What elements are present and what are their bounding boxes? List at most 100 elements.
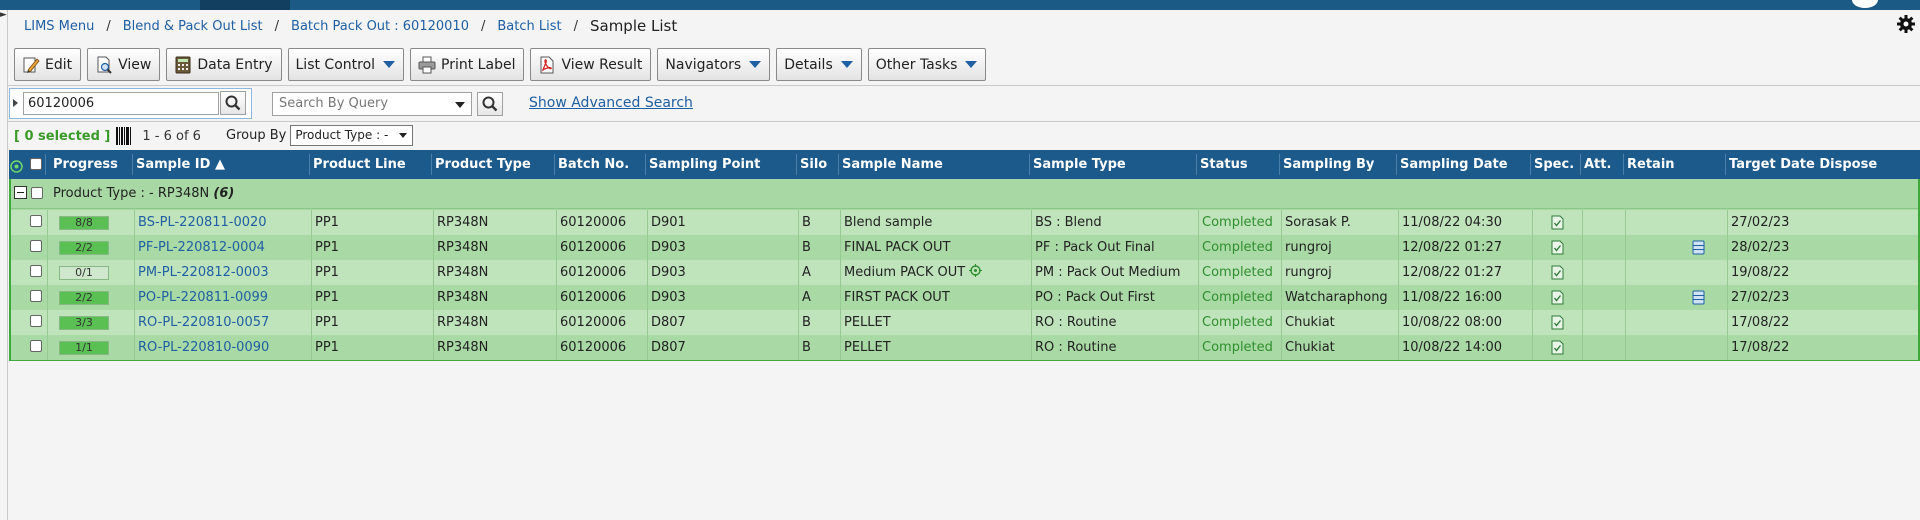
table-row[interactable]: 3/3 RO-PL-220810-0057 PP1 RP348N 60120006 D80… [11, 310, 1918, 335]
row-checkbox[interactable] [30, 265, 42, 277]
cell-sample-type: RO : Routine [1035, 340, 1117, 355]
row-checkbox[interactable] [30, 340, 42, 352]
expand-sidebar-arrow-icon[interactable]: ► [0, 10, 7, 20]
col-sampling-by[interactable]: Sampling By [1283, 150, 1374, 179]
spec-document-icon[interactable] [1551, 315, 1564, 330]
sample-id-link[interactable]: BS-PL-220811-0020 [138, 215, 267, 230]
col-sample-id[interactable]: Sample ID ▲ [136, 150, 225, 179]
col-product-line[interactable]: Product Line [313, 150, 406, 179]
breadcrumb-separator: / [106, 18, 111, 34]
row-checkbox[interactable] [30, 215, 42, 227]
target-icon[interactable] [969, 264, 982, 277]
sample-id-link[interactable]: PF-PL-220812-0004 [138, 240, 265, 255]
table-row[interactable]: 2/2 PF-PL-220812-0004 PP1 RP348N 60120006 D90… [11, 235, 1918, 260]
col-sampling-point[interactable]: Sampling Point [649, 150, 760, 179]
col-product-type[interactable]: Product Type [435, 150, 531, 179]
breadcrumb-batch-list[interactable]: Batch List [497, 19, 561, 34]
row-checkbox[interactable] [30, 315, 42, 327]
gear-icon[interactable] [1896, 14, 1916, 34]
spec-document-icon[interactable] [1551, 290, 1564, 305]
table-row[interactable]: 2/2 PO-PL-220811-0099 PP1 RP348N 60120006 D90… [11, 285, 1918, 310]
col-retain[interactable]: Retain [1627, 150, 1675, 179]
col-att[interactable]: Att. [1584, 150, 1611, 179]
col-spec[interactable]: Spec. [1534, 150, 1574, 179]
cell-status: Completed [1202, 215, 1273, 230]
data-entry-button[interactable]: Data Entry [166, 48, 282, 81]
search-by-query-select[interactable]: Search By Query [272, 92, 472, 116]
selected-count[interactable]: [ 0 selected ] [14, 129, 110, 144]
col-status[interactable]: Status [1200, 150, 1248, 179]
search-by-query-placeholder: Search By Query [279, 96, 389, 111]
cell-status: Completed [1202, 240, 1273, 255]
target-icon[interactable] [10, 160, 23, 173]
show-advanced-search-link[interactable]: Show Advanced Search [529, 95, 693, 111]
edit-button[interactable]: Edit [14, 48, 82, 81]
group-row[interactable]: Product Type : - RP348N (6) [11, 179, 1918, 209]
details-button[interactable]: Details [776, 48, 862, 81]
row-checkbox[interactable] [30, 290, 42, 302]
sample-id-link[interactable]: PO-PL-220811-0099 [138, 285, 268, 310]
collapse-group-icon[interactable] [14, 186, 27, 199]
cell-divider [47, 335, 48, 360]
search-input[interactable] [23, 92, 219, 115]
toolbar-divider [8, 85, 1920, 86]
search-button[interactable] [220, 91, 246, 115]
sample-id-link[interactable]: PM-PL-220812-0003 [138, 265, 269, 280]
sample-id-link[interactable]: RO-PL-220810-0090 [138, 340, 269, 355]
cell-divider [1198, 260, 1199, 285]
list-control-button[interactable]: List Control [287, 48, 405, 81]
col-batch-no[interactable]: Batch No. [558, 150, 629, 179]
cell-divider [1727, 310, 1728, 335]
col-silo[interactable]: Silo [800, 150, 827, 179]
spec-document-icon[interactable] [1551, 215, 1564, 230]
retain-storage-icon[interactable] [1692, 290, 1705, 305]
barcode-icon[interactable] [116, 127, 132, 145]
spec-document-icon[interactable] [1551, 240, 1564, 255]
breadcrumb-blend-pack-out-list[interactable]: Blend & Pack Out List [123, 19, 263, 34]
query-search-button[interactable] [477, 92, 503, 116]
group-checkbox[interactable] [31, 187, 43, 199]
cell-divider [1532, 335, 1533, 360]
cell-divider [1281, 235, 1282, 260]
sample-id-link[interactable]: PF-PL-220812-0004 [138, 235, 265, 260]
sample-id-link[interactable]: PO-PL-220811-0099 [138, 290, 268, 305]
spec-document-icon[interactable] [1551, 340, 1564, 355]
sample-id-link[interactable]: RO-PL-220810-0057 [138, 315, 269, 330]
navigators-button[interactable]: Navigators [657, 48, 771, 81]
breadcrumb-lims-menu[interactable]: LIMS Menu [24, 19, 94, 34]
table-row[interactable]: 1/1 RO-PL-220810-0090 PP1 RP348N 60120006 D80… [11, 335, 1918, 360]
breadcrumb-separator: / [480, 18, 486, 34]
sample-id-link[interactable]: PM-PL-220812-0003 [138, 260, 269, 285]
retain-storage-icon[interactable] [1692, 240, 1705, 255]
user-avatar[interactable] [1852, 0, 1878, 8]
select-all-checkbox[interactable] [30, 158, 42, 170]
cell-divider [433, 260, 434, 285]
cell-divider [1281, 335, 1282, 360]
col-progress[interactable]: Progress [53, 150, 118, 179]
view-result-button[interactable]: View Result [530, 48, 652, 81]
cell-divider [556, 235, 557, 260]
spec-document-icon[interactable] [1551, 265, 1564, 280]
group-by-select[interactable]: Product Type : - [290, 125, 414, 146]
print-label-button[interactable]: Print Label [410, 48, 525, 81]
col-sample-type[interactable]: Sample Type [1033, 150, 1126, 179]
sample-id-link[interactable]: RO-PL-220810-0057 [138, 310, 269, 335]
col-sample-name[interactable]: Sample Name [842, 150, 943, 179]
progress-bar: 1/1 [59, 341, 109, 355]
breadcrumb-batch-pack-out[interactable]: Batch Pack Out : 60120010 [291, 19, 469, 34]
cell-divider [647, 285, 648, 310]
other-tasks-button[interactable]: Other Tasks [867, 48, 987, 81]
cell-divider [1198, 285, 1199, 310]
sample-id-link[interactable]: BS-PL-220811-0020 [138, 210, 267, 235]
sample-id-link[interactable]: RO-PL-220810-0090 [138, 335, 269, 360]
col-target-date-dispose[interactable]: Target Date Dispose [1729, 150, 1877, 179]
top-bar-active-tab[interactable] [200, 0, 290, 10]
col-sampling-date[interactable]: Sampling Date [1400, 150, 1508, 179]
expand-search-arrow-icon[interactable] [13, 99, 18, 107]
cell-target-date: 17/08/22 [1731, 340, 1790, 355]
table-row[interactable]: 8/8 BS-PL-220811-0020 PP1 RP348N 60120006 D90… [11, 210, 1918, 235]
row-checkbox[interactable] [30, 240, 42, 252]
table-row[interactable]: 0/1 PM-PL-220812-0003 PP1 RP348N 60120006 D90… [11, 260, 1918, 285]
view-button[interactable]: View [87, 48, 161, 81]
cell-divider [311, 335, 312, 360]
